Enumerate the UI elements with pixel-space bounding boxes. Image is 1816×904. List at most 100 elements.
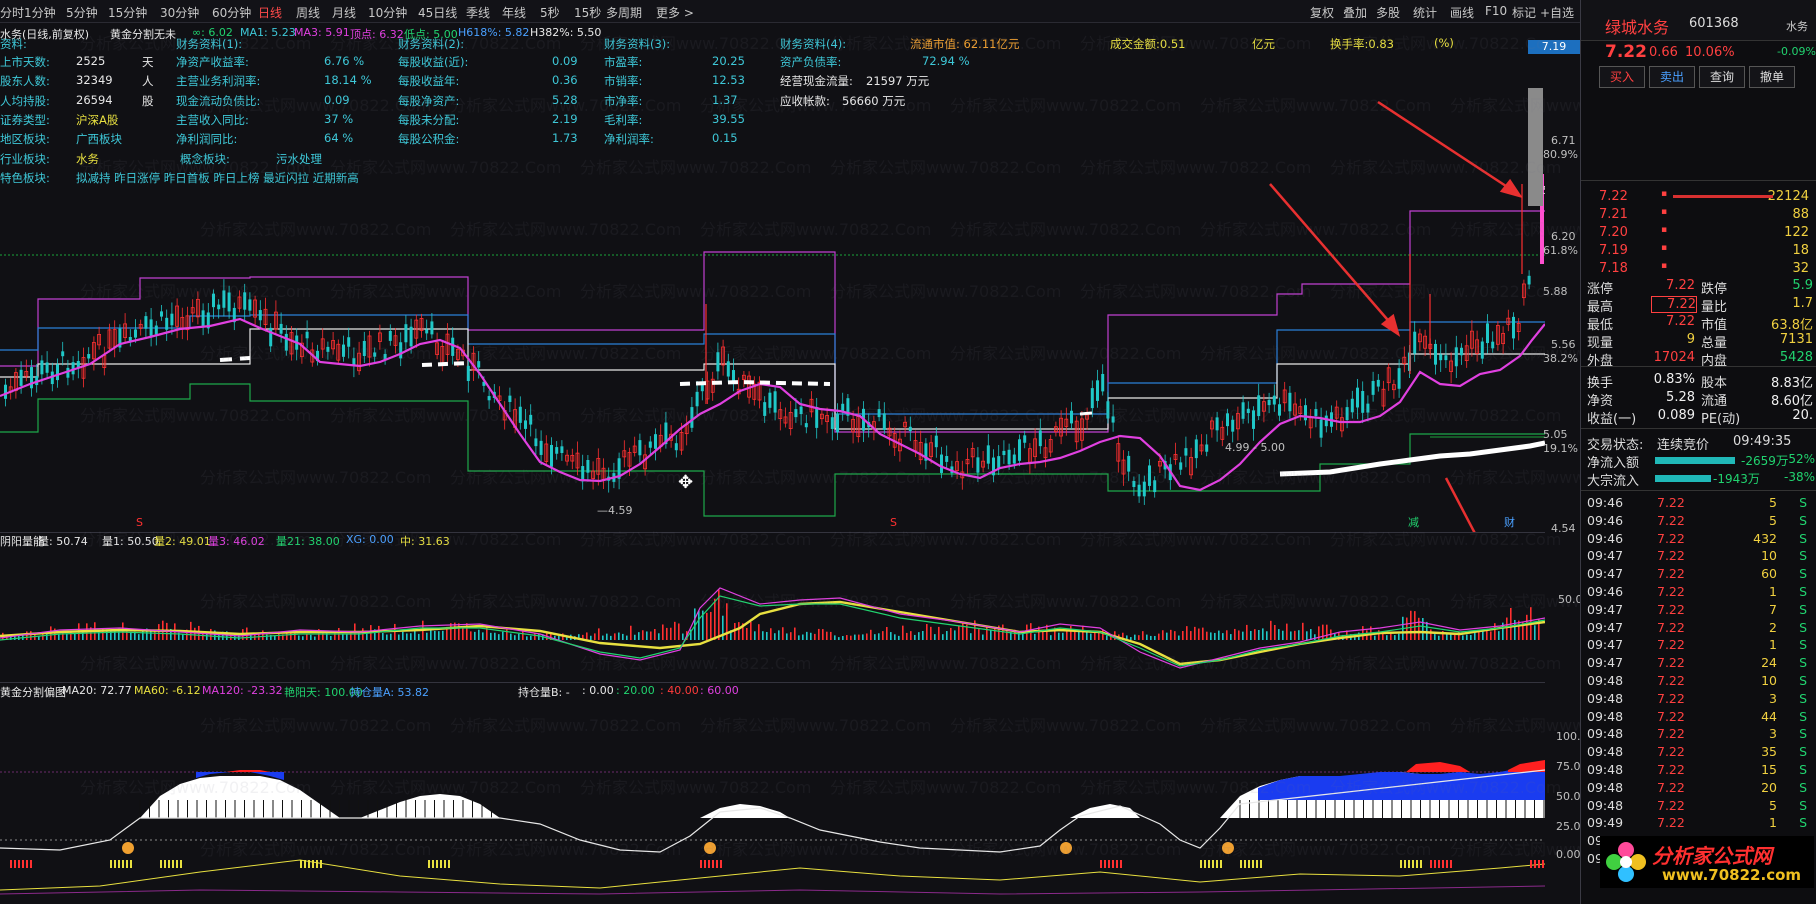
tick-time: 09:49 — [1587, 815, 1624, 831]
tick-row: 09:48 7.22 10 S — [1581, 672, 1816, 690]
tick-time: 09:48 — [1587, 708, 1624, 724]
stat-label-b-3: 总量 — [1701, 336, 1728, 351]
trade-state-label: 交易状态: — [1587, 438, 1644, 453]
tick-side: S — [1799, 584, 1807, 599]
tick-price: 7.22 — [1657, 566, 1685, 582]
flow-label-0: 净流入额 — [1587, 456, 1640, 471]
tick-side: S — [1799, 619, 1807, 635]
toolbar-item-6[interactable]: 标记 — [1512, 4, 1536, 21]
period-tab-3[interactable]: 15分钟 — [108, 4, 147, 21]
purple-signal-line — [0, 885, 1545, 895]
tick-volume: 24 — [1761, 655, 1777, 671]
indicator-value-6: : 0.00 — [582, 684, 614, 697]
period-tab-15[interactable]: 多周期 — [606, 4, 642, 21]
tick-row: 09:48 7.22 3 S — [1581, 725, 1816, 743]
tick-row: 09:48 7.22 20 S — [1581, 779, 1816, 797]
tick-side: S — [1799, 797, 1807, 813]
tick-side: S — [1799, 815, 1807, 831]
stat2-value-a-0: 0.83% — [1653, 372, 1695, 387]
tick-side: S — [1799, 530, 1807, 546]
blue-area — [196, 768, 1545, 800]
divider — [1581, 180, 1816, 181]
move-cursor-icon: ✥ — [678, 472, 694, 493]
period-tab-1[interactable]: 1分钟 — [24, 4, 56, 21]
divider — [1581, 490, 1816, 491]
tick-side: S — [1799, 673, 1807, 688]
cancel-order-button[interactable]: 撤单 — [1749, 66, 1795, 88]
period-tab-5[interactable]: 60分钟 — [212, 4, 251, 21]
query-button[interactable]: 查询 — [1699, 66, 1745, 88]
tick-side: S — [1799, 779, 1807, 795]
stat2-label-a-2: 收益(一) — [1587, 412, 1637, 427]
corner-label: 水务 — [1786, 20, 1808, 33]
stat-value-b-0: 5.9 — [1792, 278, 1813, 293]
toolbar-item-3[interactable]: 统计 — [1413, 4, 1437, 21]
tick-side: S — [1799, 495, 1807, 510]
toolbar-item-1[interactable]: 叠加 — [1343, 4, 1367, 21]
ma-line-white — [219, 356, 251, 362]
tick-time: 09:47 — [1587, 619, 1624, 635]
tick-price: 7.22 — [1657, 530, 1685, 546]
toolbar-item-4[interactable]: 画线 — [1450, 4, 1474, 21]
tick-price: 7.22 — [1657, 601, 1685, 617]
stat-value-a-4: 17024 — [1653, 350, 1695, 365]
tick-time: 09:47 — [1587, 601, 1624, 617]
tick-row: 09:47 7.22 10 S — [1581, 547, 1816, 565]
tick-price: 7.22 — [1657, 495, 1685, 510]
toolbar-item-2[interactable]: 多股 — [1376, 4, 1400, 21]
title-value-5: H618%: 5.82 — [458, 26, 530, 39]
indicator-name[interactable]: 黄金分割无未 — [110, 26, 176, 42]
volume-chart[interactable] — [0, 548, 1545, 678]
toolbar-item-0[interactable]: 复权 — [1310, 4, 1334, 21]
period-tab-10[interactable]: 45日线 — [418, 4, 457, 21]
period-tab-13[interactable]: 5秒 — [540, 4, 560, 21]
period-tab-16[interactable]: 更多 > — [656, 4, 694, 21]
period-tab-11[interactable]: 季线 — [466, 4, 490, 21]
price-axis-tick-6: 5.56 — [1551, 338, 1576, 351]
tick-price: 7.22 — [1657, 637, 1685, 653]
tick-row: 09:46 7.22 5 S — [1581, 494, 1816, 512]
volume-ma-green — [0, 595, 1545, 667]
gold-split-indicator[interactable] — [0, 700, 1545, 904]
event-mark-jian: 减 — [1408, 516, 1419, 529]
period-tab-9[interactable]: 10分钟 — [368, 4, 407, 21]
toolbar-item-5[interactable]: F10 — [1485, 4, 1507, 18]
period-tab-14[interactable]: 15秒 — [574, 4, 601, 21]
side-pct: -0.09% — [1777, 45, 1816, 58]
period-tab-8[interactable]: 月线 — [332, 4, 356, 21]
flow-value-1: -1943万 — [1713, 472, 1760, 486]
buy-button[interactable]: 买入 — [1599, 66, 1645, 88]
volume-value-2: 量2: 49.01 — [154, 535, 211, 548]
price-axis-tick-4: 61.8% — [1543, 244, 1578, 257]
last-price: 7.22 — [1605, 42, 1647, 62]
price-axis-tick-9: 19.1% — [1543, 442, 1578, 455]
tick-time: 09:48 — [1587, 779, 1624, 795]
site-logo: 分析家公式网 www.70822.com — [1600, 836, 1814, 888]
period-tab-4[interactable]: 30分钟 — [160, 4, 199, 21]
sell-button[interactable]: 卖出 — [1649, 66, 1695, 88]
tick-time: 09:47 — [1587, 655, 1624, 671]
indicator-value-9: : 60.00 — [700, 684, 739, 697]
period-tab-12[interactable]: 年线 — [502, 4, 526, 21]
tick-volume: 3 — [1769, 726, 1777, 742]
ask-volume: 18 — [1792, 243, 1809, 258]
toolbar-item-7[interactable]: +自选 — [1540, 4, 1574, 21]
tick-volume: 60 — [1761, 566, 1777, 582]
tick-volume: 10 — [1761, 673, 1777, 688]
ask-dot: ▪ — [1661, 261, 1668, 271]
period-tab-2[interactable]: 5分钟 — [66, 4, 98, 21]
tick-row: 09:48 7.22 35 S — [1581, 743, 1816, 761]
tick-row: 09:47 7.22 60 S — [1581, 565, 1816, 583]
ask-dot: ▪ — [1661, 225, 1668, 235]
tick-volume: 432 — [1753, 530, 1777, 546]
period-tab-6[interactable]: 日线 — [258, 4, 282, 21]
tick-price: 7.22 — [1657, 655, 1685, 671]
stat2-label-b-1: 流通 — [1701, 394, 1728, 409]
scroll-indicator[interactable] — [1528, 88, 1543, 206]
indicator-value-0: MA20: 72.77 — [62, 684, 132, 697]
period-tab-0[interactable]: 分时 — [0, 4, 24, 21]
stat2-value-b-0: 8.83亿 — [1771, 376, 1813, 391]
period-tab-7[interactable]: 周线 — [296, 4, 320, 21]
tick-row: 09:48 7.22 5 S — [1581, 797, 1816, 815]
candlestick-chart[interactable]: 4.99 - 5.00 —4.59 6.5 S S 减 财 — [0, 44, 1545, 532]
